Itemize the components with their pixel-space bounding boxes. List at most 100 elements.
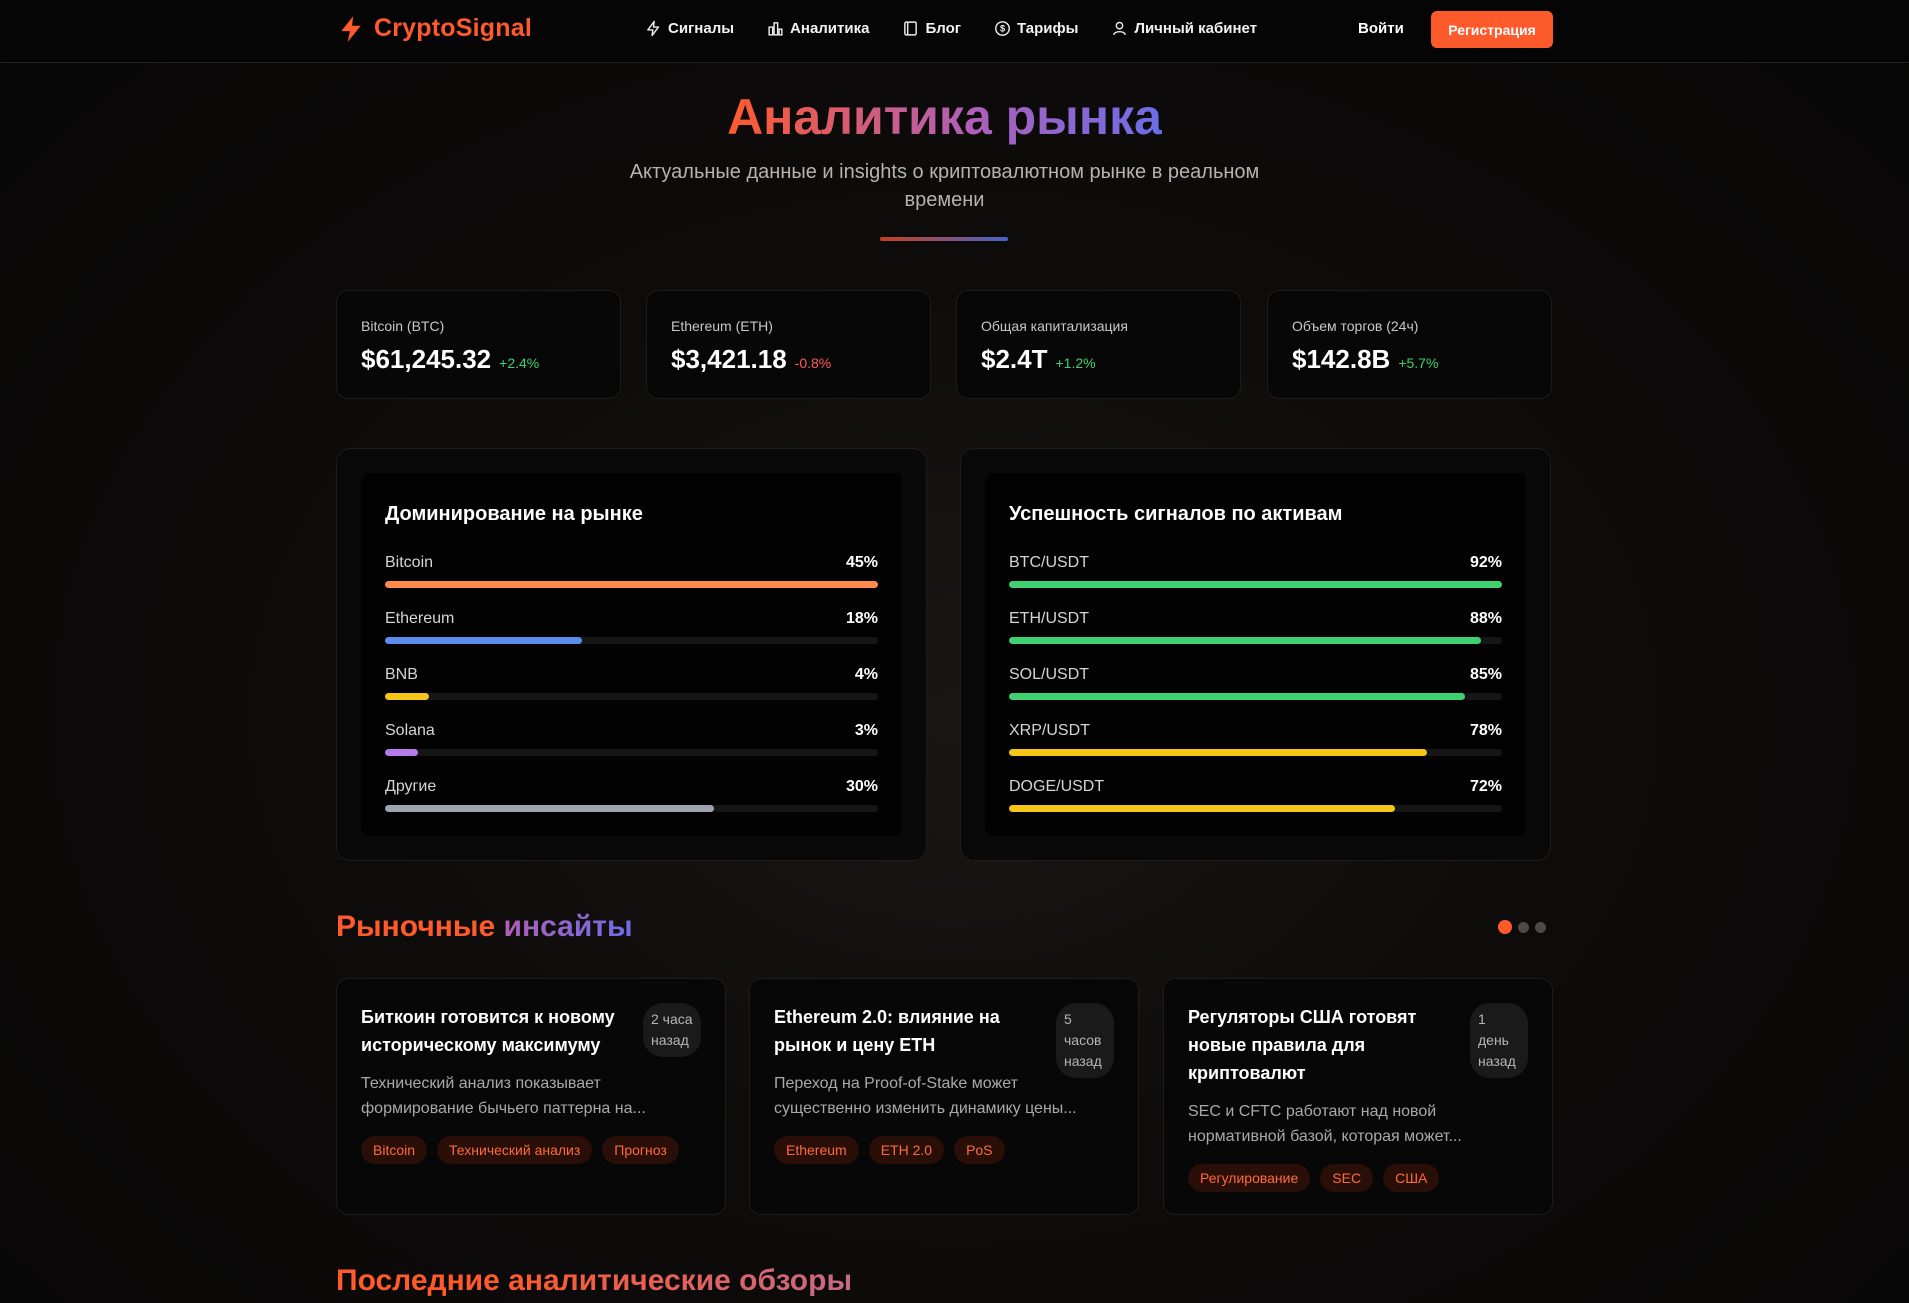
tag[interactable]: ETH 2.0 <box>868 1136 945 1164</box>
dominance-row: Другие 30% <box>385 778 878 818</box>
dominance-row: Solana 3% <box>385 722 878 762</box>
signals-row: BTC/USDT 92% <box>1009 554 1502 594</box>
stat-card-btc: Bitcoin (BTC) $61,245.32 +2.4% <box>336 290 621 399</box>
dominance-row: BNB 4% <box>385 666 878 706</box>
bar-track <box>385 637 878 644</box>
signals-row: DOGE/USDT 72% <box>1009 778 1502 818</box>
bar-fill <box>1009 693 1465 700</box>
logo-text: CryptoSignal <box>374 14 532 42</box>
tag[interactable]: Bitcoin <box>361 1136 428 1164</box>
insight-tags: Bitcoin Технический анализ Прогноз <box>361 1136 679 1164</box>
insight-title: Регуляторы США готовят новые правила для… <box>1188 1007 1417 1083</box>
bar-fill <box>1009 749 1428 756</box>
page-title: Аналитика рынка <box>727 89 1162 145</box>
bar-track <box>1009 749 1502 756</box>
nav-blog[interactable]: Блог <box>902 20 961 37</box>
svg-text:$: $ <box>1000 24 1005 34</box>
register-button[interactable]: Регистрация <box>1431 11 1553 48</box>
insights-heading: Рыночные инсайты <box>336 910 633 943</box>
nav-pricing[interactable]: $ Тарифы <box>994 20 1078 37</box>
bar-value: 45% <box>845 554 878 571</box>
bar-label: Другие <box>385 778 437 795</box>
bar-value: 30% <box>845 778 878 795</box>
stat-value: $2.4T <box>981 344 1048 374</box>
bar-fill <box>385 749 419 756</box>
login-link[interactable]: Войти <box>1358 20 1404 37</box>
stat-label: Ethereum (ETH) <box>671 318 773 334</box>
bar-track <box>1009 581 1502 588</box>
site-header: CryptoSignal Сигналы Аналитика Блог $ Та… <box>0 0 1909 63</box>
signals-title: Успешность сигналов по активам <box>1009 503 1343 525</box>
tag[interactable]: PoS <box>954 1136 1005 1164</box>
bar-fill <box>1009 805 1396 812</box>
dollar-icon: $ <box>995 21 1010 36</box>
signals-panel-inner: Успешность сигналов по активам BTC/USDT 9… <box>985 473 1526 836</box>
tag[interactable]: Технический анализ <box>437 1136 593 1164</box>
insight-tags: Ethereum ETH 2.0 PoS <box>774 1136 1005 1164</box>
bar-label: Bitcoin <box>385 554 434 571</box>
bar-label: BTC/USDT <box>1009 554 1089 571</box>
bar-fill <box>385 581 878 588</box>
carousel-dots <box>1498 920 1546 934</box>
carousel-dot-2[interactable] <box>1518 921 1529 933</box>
bar-value: 78% <box>1469 722 1502 739</box>
bar-fill <box>385 805 714 812</box>
stat-change: +5.7% <box>1398 355 1439 371</box>
bar-value: 3% <box>854 722 878 739</box>
insight-time: 1 день назад <box>1470 1003 1528 1078</box>
stat-label: Общая капитализация <box>981 318 1128 334</box>
bar-value: 72% <box>1469 778 1502 795</box>
lightning-icon <box>341 15 361 42</box>
bar-fill <box>1009 637 1481 644</box>
nav-account[interactable]: Личный кабинет <box>1111 20 1257 37</box>
bar-label: DOGE/USDT <box>1009 778 1105 795</box>
tag[interactable]: SEC <box>1320 1164 1374 1192</box>
insight-card[interactable]: Биткоин готовится к новому историческому… <box>336 978 726 1215</box>
nav-analytics[interactable]: Аналитика <box>767 20 869 37</box>
book-icon <box>904 21 918 36</box>
bar-fill <box>385 693 430 700</box>
dominance-panel-inner: Доминирование на рынке Bitcoin 45% Ethereu… <box>361 473 902 836</box>
dominance-panel: Доминирование на рынке Bitcoin 45% Ethereu… <box>336 448 927 861</box>
bar-value: 85% <box>1469 666 1502 683</box>
insight-card[interactable]: Регуляторы США готовят новые правила для… <box>1163 978 1553 1215</box>
stat-change: +1.2% <box>1055 355 1096 371</box>
insight-card[interactable]: Ethereum 2.0: влияние на рынок и цену ET… <box>749 978 1139 1215</box>
bar-track <box>385 581 878 588</box>
stat-card-eth: Ethereum (ETH) $3,421.18 -0.8% <box>646 290 931 399</box>
insight-title: Биткоин готовится к новому историческому… <box>361 1007 615 1055</box>
page-subtitle: Актуальные данные и insights о криптовал… <box>629 161 1260 211</box>
bar-fill <box>385 637 583 644</box>
nav-blog-label: Блог <box>925 20 961 37</box>
dominance-row: Ethereum 18% <box>385 610 878 650</box>
signals-row: XRP/USDT 78% <box>1009 722 1502 762</box>
insight-time: 5 часов назад <box>1056 1003 1114 1078</box>
stat-card-market-cap: Общая капитализация $2.4T +1.2% <box>956 290 1241 399</box>
tag[interactable]: США <box>1383 1164 1440 1192</box>
logo[interactable]: CryptoSignal <box>338 14 532 43</box>
stat-value: $142.8B <box>1292 344 1391 374</box>
stat-change: -0.8% <box>794 355 832 371</box>
insight-text: SEC и CFTC работают над новой нормативно… <box>1188 1103 1462 1145</box>
nav-signals-label: Сигналы <box>668 20 735 37</box>
tag[interactable]: Прогноз <box>602 1136 679 1164</box>
carousel-dot-3[interactable] <box>1535 921 1546 933</box>
stat-card-volume: Объем торгов (24ч) $142.8B +5.7% <box>1267 290 1552 399</box>
tag[interactable]: Регулирование <box>1188 1164 1311 1192</box>
stat-value: $61,245.32 <box>361 344 492 374</box>
nav-signals[interactable]: Сигналы <box>645 20 734 37</box>
insight-time: 2 часа назад <box>643 1003 701 1057</box>
bar-value: 92% <box>1469 554 1502 571</box>
bar-value: 18% <box>845 610 878 627</box>
signals-row: ETH/USDT 88% <box>1009 610 1502 650</box>
bar-label: XRP/USDT <box>1009 722 1090 739</box>
tag[interactable]: Ethereum <box>774 1136 859 1164</box>
main-nav: Сигналы Аналитика Блог $ Тарифы Личный к… <box>645 20 1257 37</box>
bar-value: 88% <box>1469 610 1502 627</box>
bar-label: ETH/USDT <box>1009 610 1089 627</box>
stat-label: Bitcoin (BTC) <box>361 318 445 334</box>
bar-label: SOL/USDT <box>1009 666 1090 683</box>
bar-track <box>385 749 878 756</box>
stat-label: Объем торгов (24ч) <box>1292 318 1419 334</box>
carousel-dot-1[interactable] <box>1498 920 1512 934</box>
